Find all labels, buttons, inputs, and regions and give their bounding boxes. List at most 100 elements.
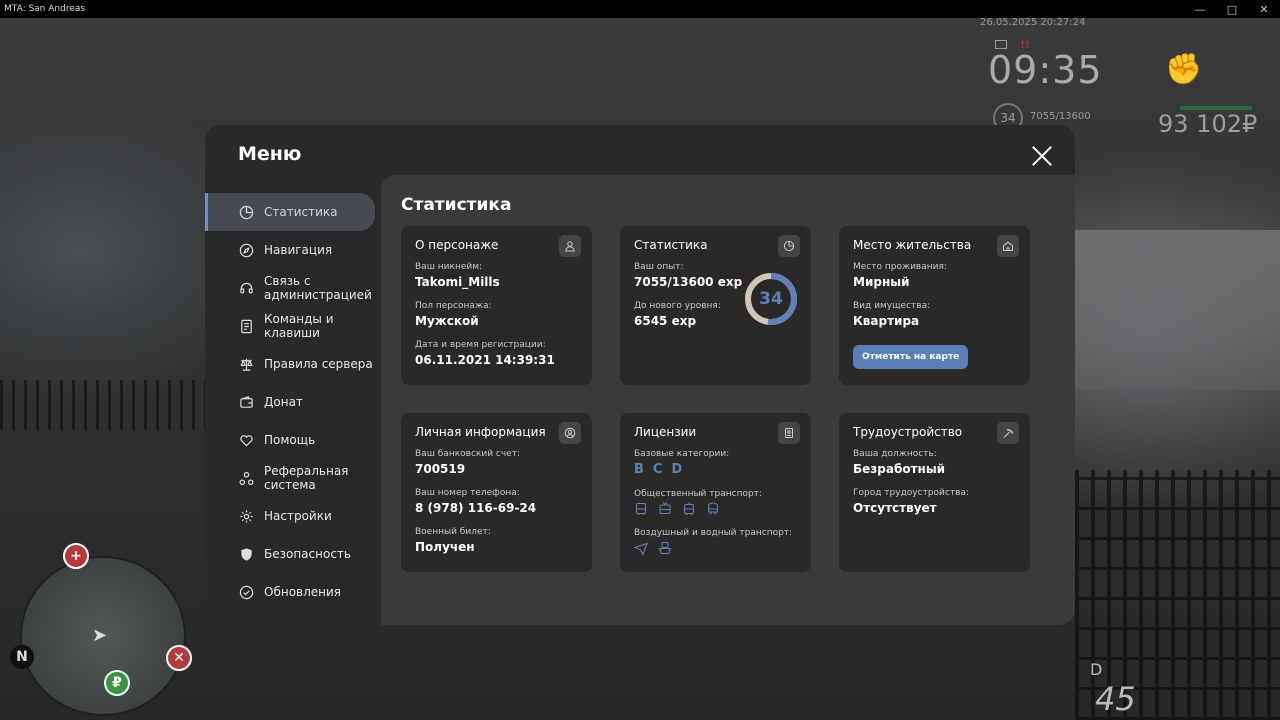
trolleybus-icon [658,502,672,516]
hospital-icon: + [63,543,89,569]
hud-money: 93 102₽ [1158,110,1258,138]
main-menu: Меню Статистика Навигация Связь с админи… [205,125,1075,625]
card-title: Статистика [634,238,708,252]
sidebar-item-label: Донат [264,395,303,409]
speed-value: 45 [1095,680,1136,718]
sidebar-item-commands[interactable]: Команды и клавиши [205,307,375,345]
property-type-value: Квартира [853,314,920,328]
place-label: Место проживания: [853,262,947,272]
card-statistics: Статистика Ваш опыт: 7055/13600 exp До н… [620,226,811,385]
sidebar-item-navigation[interactable]: Навигация [205,231,375,269]
license-category: B [634,462,644,477]
card-title: Лицензии [634,425,697,439]
scales-icon [238,356,254,372]
sidebar-item-referral[interactable]: Реферальная система [205,459,375,497]
sidebar-item-label: Настройки [264,509,332,523]
sidebar-item-label: Помощь [264,433,316,447]
registration-label: Дата и время регистрации: [415,340,546,350]
close-window-button[interactable]: ✕ [1248,0,1280,18]
sidebar-item-donate[interactable]: Донат [205,383,375,421]
clock-pie-icon [778,235,800,257]
hud-exp: 7055/13600 [1030,111,1091,122]
bus-icon [634,502,648,516]
sidebar-item-admin-contact[interactable]: Связь с администрацией [205,269,375,307]
level-value: 34 [759,289,783,309]
referral-icon [238,470,254,486]
sidebar-item-label: Связь с администрацией [264,274,372,302]
card-title: Личная информация [415,425,546,439]
pickaxe-icon [997,422,1019,444]
sidebar-item-label: Статистика [264,205,338,219]
content-title: Статистика [401,195,512,215]
sidebar-item-label: Команды и клавиши [264,312,334,340]
public-transport-icons [634,502,797,516]
card-character: О персонаже Ваш никнейм: Takomi_Mills По… [401,226,592,385]
minimize-button[interactable]: — [1184,0,1216,18]
card-title: Трудоустройство [853,425,963,439]
metro-icon [706,502,720,516]
card-title: О персонаже [415,238,499,252]
sidebar-item-label: Безопасность [264,547,351,561]
content-panel: Статистика О персонаже Ваш никнейм: Tako… [381,175,1075,625]
card-employment: Трудоустройство Ваша должность: Безработ… [839,413,1030,572]
nickname-value: Takomi_Mills [415,275,500,289]
plane-icon [634,541,648,555]
document-icon [238,318,254,334]
sidebar-item-label: Правила сервера [264,357,373,371]
gear-indicator: D [1090,660,1103,679]
boat-icon [658,541,672,555]
phone-label: Ваш номер телефона: [415,488,520,498]
check-circle-icon [238,584,254,600]
player-arrow-icon: ➤ [92,625,108,646]
card-personal-info: Личная информация Ваш банковский счет: 7… [401,413,592,572]
exp-label: Ваш опыт: [634,262,684,272]
employment-city-value: Отсутствует [853,501,937,515]
shield-icon [238,546,254,562]
card-licenses: Лицензии Базовые категории: B C D Общест… [620,413,811,572]
wallet-icon [238,394,254,410]
sidebar-item-statistics[interactable]: Статистика [205,193,375,231]
sidebar-item-updates[interactable]: Обновления [205,573,375,611]
tram-icon [682,502,696,516]
registration-value: 06.11.2021 14:39:31 [415,353,555,367]
background-building [1075,230,1280,390]
military-value: Получен [415,540,475,554]
bank-account-value: 700519 [415,462,466,476]
employment-city-label: Город трудоустройства: [853,488,969,498]
license-category: D [671,462,683,477]
license-category: C [652,462,663,477]
repair-icon: ✕ [166,645,192,671]
base-categories-label: Базовые категории: [634,449,730,459]
user-circle-icon [559,422,581,444]
bank-icon: ₽ [104,670,130,696]
compass-icon [238,242,254,258]
sidebar-item-security[interactable]: Безопасность [205,535,375,573]
sidebar-item-label: Обновления [264,585,342,599]
close-menu-button[interactable] [1031,145,1053,167]
window-controls: — □ ✕ [1184,0,1280,18]
bank-account-label: Ваш банковский счет: [415,449,521,459]
license-categories: B C D [634,462,797,477]
minimap-north: N [10,645,34,669]
window-titlebar: MTA: San Andreas — □ ✕ [0,0,1280,18]
card-title: Место жительства [853,238,972,252]
sidebar-item-label: Навигация [264,243,333,257]
menu-sidebar: Статистика Навигация Связь с администрац… [205,193,375,611]
card-residence: Место жительства Место проживания: Мирны… [839,226,1030,385]
license-icon [778,422,800,444]
property-type-label: Вид имущества: [853,301,931,311]
fist-icon: ✊ [1165,52,1203,87]
maximize-button[interactable]: □ [1216,0,1248,18]
gender-label: Пол персонажа: [415,301,492,311]
hud-clock: 09:35 [988,48,1103,92]
sidebar-item-settings[interactable]: Настройки [205,497,375,535]
phone-value: 8 (978) 116-69-24 [415,501,537,515]
nickname-label: Ваш никнейм: [415,262,483,272]
pie-chart-icon [238,204,254,220]
sidebar-item-label: Реферальная система [264,464,349,492]
sidebar-item-help[interactable]: Помощь [205,421,375,459]
mark-on-map-button[interactable]: Отметить на карте [853,345,969,369]
sidebar-item-rules[interactable]: Правила сервера [205,345,375,383]
gear-icon [238,508,254,524]
air-water-icons [634,541,797,555]
